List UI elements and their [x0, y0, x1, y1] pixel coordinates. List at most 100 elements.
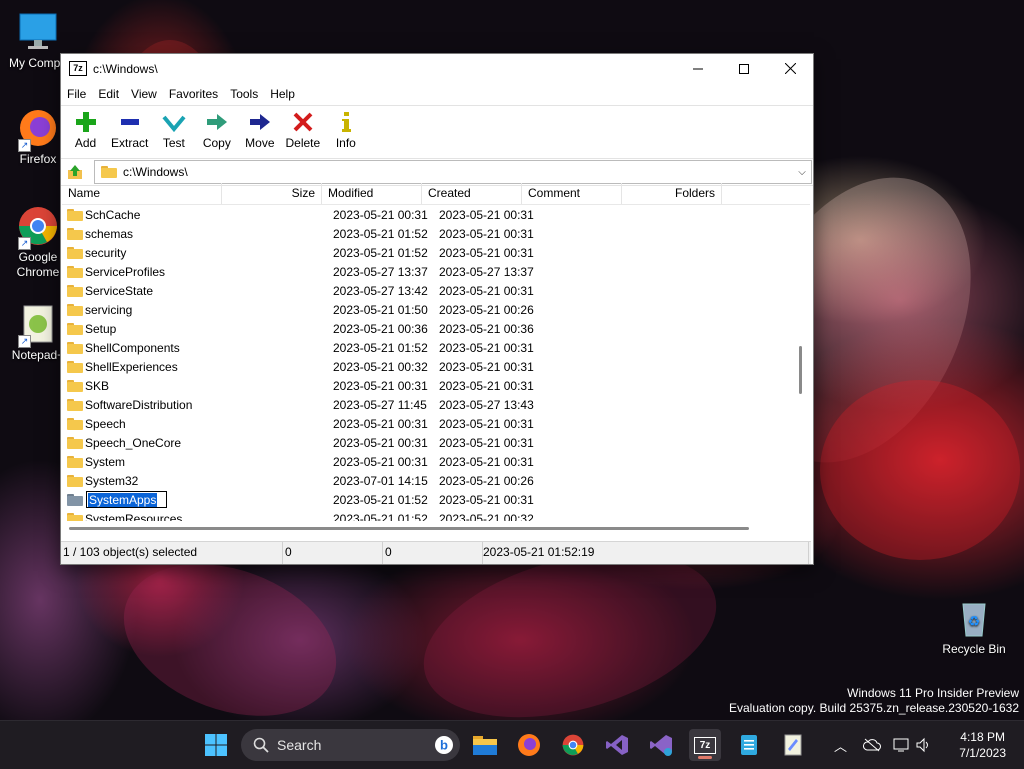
status-packed: 0: [383, 542, 483, 564]
windows-logo-icon: [205, 734, 227, 756]
table-row[interactable]: ServiceProfiles 2023-05-27 13:37 2023-05-2…: [62, 262, 810, 281]
table-row[interactable]: System 2023-05-21 00:31 2023-05-21 00:31: [62, 452, 810, 471]
table-row[interactable]: SystemApps 2023-05-21 01:52 2023-05-21 00:…: [62, 490, 810, 509]
up-folder-button[interactable]: [64, 161, 86, 183]
move-button[interactable]: Move: [242, 106, 277, 150]
folder-icon: [67, 208, 83, 221]
taskbar-clock[interactable]: 4:18 PM 7/1/2023: [959, 729, 1006, 761]
file-name: Speech_OneCore: [85, 435, 182, 450]
add-button[interactable]: Add: [68, 106, 103, 150]
table-row[interactable]: ServiceState 2023-05-27 13:42 2023-05-21 0…: [62, 281, 810, 300]
chevron-down-icon[interactable]: ⌵: [793, 167, 811, 178]
show-hidden-icons-chevron-icon[interactable]: ︿: [834, 736, 847, 755]
file-name: SKB: [85, 378, 110, 393]
cell-name: ServiceState: [62, 284, 227, 298]
table-row[interactable]: SchCache 2023-05-21 00:31 2023-05-21 00:31: [62, 205, 810, 224]
menu-favorites[interactable]: Favorites: [163, 87, 224, 101]
table-row[interactable]: Speech_OneCore 2023-05-21 00:31 2023-05-21…: [62, 433, 810, 452]
taskbar-chrome[interactable]: [557, 729, 589, 761]
taskbar-notepad-plus-plus[interactable]: [777, 729, 809, 761]
desktop-icon-recycle-bin[interactable]: ♻ Recycle Bin: [936, 596, 1012, 656]
visual-studio-icon: [606, 735, 628, 755]
notepad-icon: [741, 735, 757, 755]
delete-button[interactable]: Delete: [285, 106, 320, 150]
plus-icon: [73, 110, 99, 134]
vertical-scrollbar[interactable]: [796, 183, 804, 521]
cell-created: 2023-05-21 00:31: [439, 359, 534, 374]
network-icon[interactable]: [893, 737, 911, 753]
volume-icon[interactable]: [915, 737, 931, 753]
cell-modified: 2023-05-21 01:52: [333, 492, 428, 507]
taskbar-7zip[interactable]: 7z: [689, 729, 721, 761]
table-row[interactable]: System32 2023-07-01 14:15 2023-05-21 00:26: [62, 471, 810, 490]
column-header-folders[interactable]: Folders: [622, 183, 722, 204]
cell-modified: 2023-05-21 01:52: [333, 340, 428, 355]
table-row[interactable]: SoftwareDistribution 2023-05-27 11:45 2023…: [62, 395, 810, 414]
taskbar-notepad[interactable]: [733, 729, 765, 761]
test-button[interactable]: Test: [156, 106, 191, 150]
menu-tools[interactable]: Tools: [224, 87, 264, 101]
file-name: schemas: [85, 226, 134, 241]
chrome-icon: ↗: [16, 204, 60, 250]
table-row[interactable]: security 2023-05-21 01:52 2023-05-21 00:31: [62, 243, 810, 262]
cell-created: 2023-05-21 00:26: [439, 302, 534, 317]
maximize-button[interactable]: [721, 54, 767, 83]
cell-created: 2023-05-21 00:31: [439, 435, 534, 450]
close-button[interactable]: [767, 54, 813, 83]
cell-created: 2023-05-21 00:36: [439, 321, 534, 336]
folder-icon: [101, 166, 117, 178]
table-row[interactable]: SKB 2023-05-21 00:31 2023-05-21 00:31: [62, 376, 810, 395]
7zip-icon: 7z: [694, 736, 716, 754]
table-row[interactable]: ShellComponents 2023-05-21 01:52 2023-05-2…: [62, 338, 810, 357]
title-bar[interactable]: 7z c:\Windows\: [61, 54, 813, 83]
firefox-icon: [518, 734, 540, 756]
horizontal-scrollbar[interactable]: [62, 524, 798, 532]
path-combobox[interactable]: c:\Windows\ ⌵: [94, 160, 812, 184]
menu-edit[interactable]: Edit: [92, 87, 125, 101]
file-rows: SchCache 2023-05-21 00:31 2023-05-21 00:31…: [62, 205, 810, 521]
table-row[interactable]: SystemResources 2023-05-21 01:52 2023-05-2…: [62, 509, 810, 521]
table-row[interactable]: ShellExperiences 2023-05-21 00:32 2023-05-…: [62, 357, 810, 376]
table-row[interactable]: Setup 2023-05-21 00:36 2023-05-21 00:36: [62, 319, 810, 338]
cell-modified: 2023-05-21 01:52: [333, 226, 428, 241]
info-icon: [333, 110, 359, 134]
cell-name: Speech: [62, 417, 227, 431]
column-header-name[interactable]: Name: [62, 183, 222, 204]
taskbar-visual-studio[interactable]: [601, 729, 633, 761]
cell-modified: 2023-05-27 11:45: [333, 397, 427, 412]
file-name: Setup: [85, 321, 117, 336]
taskbar-search[interactable]: Search b: [241, 729, 460, 761]
table-row[interactable]: servicing 2023-05-21 01:50 2023-05-21 00:2…: [62, 300, 810, 319]
table-row[interactable]: schemas 2023-05-21 01:52 2023-05-21 00:31: [62, 224, 810, 243]
menu-help[interactable]: Help: [264, 87, 301, 101]
column-header-modified[interactable]: Modified: [322, 183, 422, 204]
cell-modified: 2023-05-21 01:50: [333, 302, 428, 317]
cell-created: 2023-05-21 00:31: [439, 454, 534, 469]
table-row[interactable]: Speech 2023-05-21 00:31 2023-05-21 00:31: [62, 414, 810, 433]
file-name: ServiceProfiles: [85, 264, 166, 279]
file-list: Name Size Modified Created Comment Folde…: [62, 183, 810, 521]
scroll-thumb[interactable]: [69, 527, 749, 530]
extract-button[interactable]: Extract: [111, 106, 148, 150]
taskbar-firefox[interactable]: [513, 729, 545, 761]
cell-created: 2023-05-27 13:37: [439, 264, 534, 279]
rename-input[interactable]: SystemApps: [86, 491, 167, 508]
cell-created: 2023-05-21 00:31: [439, 492, 534, 507]
search-icon: [253, 737, 269, 753]
menu-view[interactable]: View: [125, 87, 163, 101]
column-header-size[interactable]: Size: [222, 183, 322, 204]
copy-button[interactable]: Copy: [199, 106, 234, 150]
info-button[interactable]: Info: [328, 106, 363, 150]
cell-modified: 2023-05-27 13:37: [333, 264, 428, 279]
menu-file[interactable]: File: [61, 87, 92, 101]
scroll-thumb[interactable]: [799, 346, 802, 394]
column-header-comment[interactable]: Comment: [522, 183, 622, 204]
start-button[interactable]: [200, 729, 232, 761]
file-name: ShellComponents: [85, 340, 180, 355]
taskbar-file-explorer[interactable]: [469, 729, 501, 761]
minimize-button[interactable]: [675, 54, 721, 83]
cloud-offline-icon[interactable]: [863, 738, 882, 752]
window-title: c:\Windows\: [93, 61, 158, 76]
column-header-created[interactable]: Created: [422, 183, 522, 204]
taskbar-visual-studio-installer[interactable]: [645, 729, 677, 761]
